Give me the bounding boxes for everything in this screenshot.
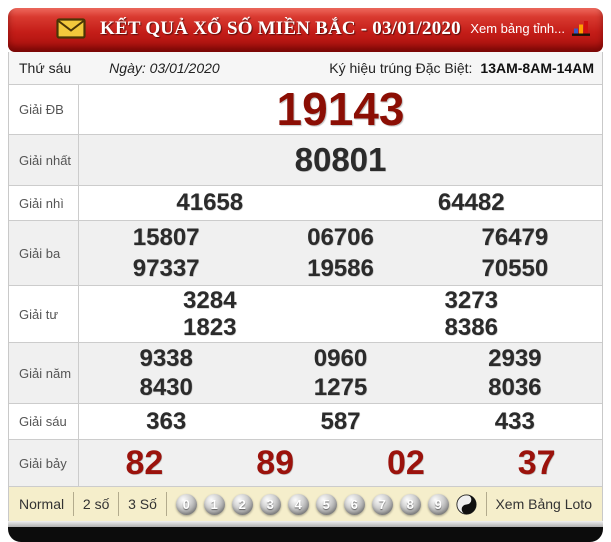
- prize-row-second: Giải nhì 41658 64482: [9, 186, 602, 221]
- results-table: Thứ sáu Ngày: 03/01/2020 Ký hiệu trúng Đ…: [8, 52, 603, 521]
- prize-number: 02: [386, 444, 425, 482]
- separator: [118, 492, 120, 516]
- prize-label: Giải sáu: [9, 404, 79, 439]
- prize-number: 433: [494, 408, 535, 435]
- prize-number: 0960: [313, 345, 368, 372]
- prize-number: 363: [146, 408, 187, 435]
- prize-number: 8036: [488, 374, 542, 401]
- prize-number: 89: [256, 444, 295, 482]
- prize-number: 3284: [183, 287, 237, 314]
- prize-row-seventh: Giải bảy 82 89 02 37: [9, 440, 602, 487]
- prize-number: 76479: [481, 224, 549, 251]
- digit-ball-8[interactable]: 8: [399, 493, 421, 515]
- envelope-icon: [56, 18, 86, 39]
- prize-number: 3273: [444, 287, 498, 314]
- prize-label: Giải năm: [9, 343, 79, 403]
- prize-number: 8386: [444, 314, 498, 341]
- separator: [73, 492, 74, 516]
- digit-ball-4[interactable]: 4: [287, 493, 309, 515]
- separator: [485, 492, 487, 516]
- prize-label: Giải tư: [9, 286, 79, 342]
- bar-chart-icon[interactable]: [571, 20, 591, 37]
- prize-number: 97337: [132, 255, 200, 282]
- prize-number: 82: [125, 444, 164, 482]
- prize-row-first: Giải nhất 80801: [9, 135, 602, 186]
- footer-toolbar: Normal 2 số 3 Số 0 1 2 3 4 5 6 7 8 9 Xem…: [9, 487, 602, 521]
- header-bar: KẾT QUẢ XỔ SỐ MIỀN BẮC - 03/01/2020 Xem …: [8, 8, 603, 52]
- mode-3-digits[interactable]: 3 Số: [128, 496, 157, 512]
- prize-row-special: Giải ĐB 19143: [9, 85, 602, 135]
- prize-label: Giải ĐB: [9, 85, 79, 134]
- prize-label: Giải ba: [9, 221, 79, 285]
- separator: [165, 492, 167, 516]
- page-title: KẾT QUẢ XỔ SỐ MIỀN BẮC - 03/01/2020: [100, 17, 461, 39]
- special-symbol-value: 13AM-8AM-14AM: [480, 60, 594, 76]
- prize-label: Giải bảy: [9, 440, 79, 486]
- view-provinces-link[interactable]: Xem bảng tỉnh...: [470, 21, 565, 36]
- digit-ball-6[interactable]: 6: [343, 493, 365, 515]
- prize-number: 37: [517, 444, 556, 482]
- prize-number: 1275: [313, 374, 368, 401]
- prize-number: 06706: [307, 224, 374, 251]
- digit-filter-balls: 0 1 2 3 4 5 6 7 8 9: [175, 493, 477, 515]
- prize-number: 70550: [481, 255, 549, 282]
- prize-row-sixth: Giải sáu 363 587 433: [9, 404, 602, 440]
- yin-yang-icon[interactable]: [456, 493, 477, 515]
- prize-row-third: Giải ba 15807 06706 76479 97337 19586 70…: [9, 221, 602, 286]
- mode-normal[interactable]: Normal: [19, 496, 64, 512]
- prize-number: 80801: [294, 141, 387, 178]
- digit-ball-5[interactable]: 5: [315, 493, 337, 515]
- prize-row-fourth: Giải tư 3284 3273 1823 8386: [9, 286, 602, 343]
- special-symbol-label: Ký hiệu trúng Đặc Biệt:: [329, 60, 473, 76]
- prize-number: 41658: [176, 189, 244, 216]
- digit-ball-7[interactable]: 7: [371, 493, 393, 515]
- prize-number: 2939: [488, 345, 542, 372]
- view-loto-board-link[interactable]: Xem Bảng Loto: [495, 496, 592, 512]
- prize-number: 8430: [139, 374, 193, 401]
- prize-number: 15807: [132, 224, 200, 251]
- prize-number: 9338: [139, 345, 193, 372]
- mode-2-digits[interactable]: 2 số: [83, 496, 109, 512]
- digit-ball-0[interactable]: 0: [175, 493, 197, 515]
- digit-ball-1[interactable]: 1: [203, 493, 225, 515]
- bottom-black-cap: [8, 527, 603, 542]
- digit-ball-9[interactable]: 9: [427, 493, 449, 515]
- prize-label: Giải nhất: [9, 135, 79, 185]
- weekday-label: Thứ sáu: [19, 60, 72, 76]
- lottery-result-widget: KẾT QUẢ XỔ SỐ MIỀN BẮC - 03/01/2020 Xem …: [8, 8, 603, 542]
- prize-number: 19143: [276, 83, 405, 135]
- prize-number: 1823: [183, 314, 237, 341]
- prize-number: 64482: [437, 189, 505, 216]
- date-label: Ngày: 03/01/2020: [109, 60, 220, 76]
- prize-number: 19586: [307, 255, 374, 282]
- prize-label: Giải nhì: [9, 186, 79, 220]
- prize-number: 587: [320, 408, 361, 435]
- digit-ball-3[interactable]: 3: [259, 493, 281, 515]
- prize-row-fifth: Giải năm 9338 0960 2939 8430 1275 8036: [9, 343, 602, 404]
- digit-ball-2[interactable]: 2: [231, 493, 253, 515]
- info-row: Thứ sáu Ngày: 03/01/2020 Ký hiệu trúng Đ…: [9, 52, 602, 85]
